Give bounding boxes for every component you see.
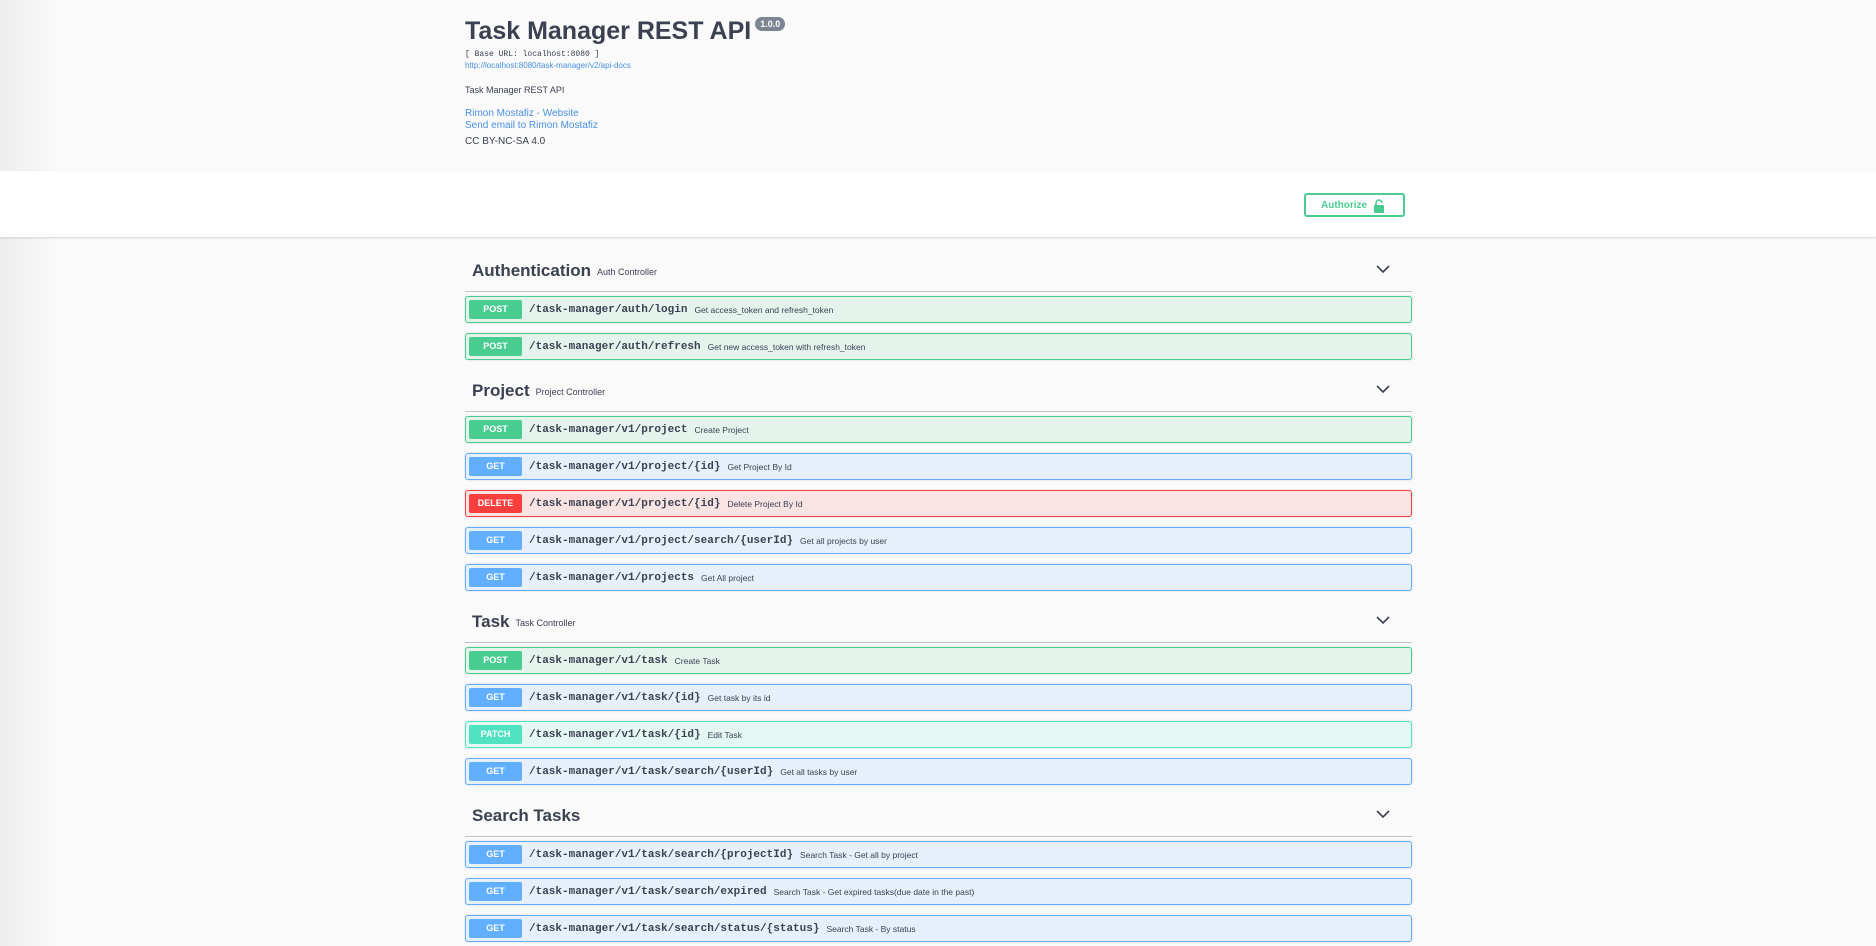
chevron-down-icon[interactable]: [1376, 615, 1390, 625]
operation-summary: Edit Task: [707, 729, 742, 740]
title-row: Task Manager REST API 1.0.0: [465, 14, 1415, 48]
operation-row[interactable]: GET/task-manager/v1/task/{id} Get task by…: [465, 684, 1412, 711]
operation-row[interactable]: GET/task-manager/v1/task/search/{userId}…: [465, 758, 1412, 785]
scheme-container: Authorize: [0, 171, 1876, 237]
tag-header-task[interactable]: Task Task Controller: [465, 601, 1412, 643]
method-badge: GET: [469, 688, 522, 707]
operation-path: /task-manager/v1/project/{id}: [529, 497, 721, 510]
email-link[interactable]: Send email to Rimon Mostafiz: [465, 120, 1415, 132]
authorize-button[interactable]: Authorize: [1304, 193, 1405, 217]
api-docs-link[interactable]: http://localhost:8080/task-manager/v2/ap…: [465, 60, 1415, 71]
tag-section-project: Project Project Controller POST/task-manag…: [465, 370, 1412, 591]
operation-path: /task-manager/auth/refresh: [529, 340, 701, 353]
tag-name: Project: [472, 380, 530, 400]
operation-summary: Get task by its id: [707, 692, 771, 703]
operation-row[interactable]: POST/task-manager/v1/project Create Proje…: [465, 416, 1412, 443]
method-badge: POST: [469, 651, 522, 670]
method-badge: GET: [469, 568, 522, 587]
operation-path: /task-manager/auth/login: [529, 303, 688, 316]
operation-summary: Get all tasks by user: [780, 766, 858, 777]
operation-summary: Delete Project By Id: [727, 498, 803, 509]
operation-summary: Get new access_token with refresh_token: [707, 341, 866, 352]
tag-name: Authentication: [472, 260, 591, 280]
operation-summary: Search Task - By status: [826, 923, 916, 934]
operation-row[interactable]: GET/task-manager/v1/project/search/{user…: [465, 527, 1412, 554]
method-badge: GET: [469, 531, 522, 550]
tag-section-authentication: Authentication Auth Controller POST/task-m…: [465, 250, 1412, 360]
tag-section-task: Task Task Controller POST/task-manager/v1/…: [465, 601, 1412, 785]
operation-summary: Get access_token and refresh_token: [694, 304, 834, 315]
method-badge: DELETE: [469, 494, 522, 513]
operation-row[interactable]: GET/task-manager/v1/project/{id} Get Proj…: [465, 453, 1412, 480]
operation-summary: Search Task - Get all by project: [800, 849, 918, 860]
unlock-icon: [1374, 199, 1384, 213]
tag-name: Search Tasks: [472, 805, 581, 825]
tag-section-search-tasks: Search Tasks GET/task-manager/v1/task/sea…: [465, 795, 1412, 942]
license: CC BY-NC-SA 4.0: [465, 136, 546, 147]
method-badge: GET: [469, 762, 522, 781]
operation-row[interactable]: GET/task-manager/v1/task/search/status/{…: [465, 915, 1412, 942]
operation-summary: Create Project: [694, 424, 749, 435]
operation-row[interactable]: GET/task-manager/v1/task/search/expired S…: [465, 878, 1412, 905]
operation-path: /task-manager/v1/project/{id}: [529, 460, 721, 473]
api-description: Task Manager REST API: [465, 85, 565, 95]
tag-header-authentication[interactable]: Authentication Auth Controller: [465, 250, 1412, 292]
operation-path: /task-manager/v1/task/search/{projectId}: [529, 848, 794, 861]
method-badge: POST: [469, 337, 522, 356]
operation-summary: Get All project: [701, 572, 754, 583]
api-title: Task Manager REST API: [465, 17, 752, 45]
operation-path: /task-manager/v1/task/{id}: [529, 691, 701, 704]
base-url: [ Base URL: localhost:8080 ]: [465, 50, 600, 59]
tag-description: Auth Controller: [597, 267, 658, 277]
tag-description: Task Controller: [515, 618, 576, 628]
method-badge: POST: [469, 420, 522, 439]
operation-row[interactable]: GET/task-manager/v1/task/search/{project…: [465, 841, 1412, 868]
version-badge: 1.0.0: [755, 17, 786, 31]
api-info: Task Manager REST API 1.0.0 [ Base URL: …: [465, 14, 1415, 148]
method-badge: GET: [469, 919, 522, 938]
chevron-down-icon[interactable]: [1376, 264, 1390, 274]
method-badge: GET: [469, 845, 522, 864]
operation-path: /task-manager/v1/task/search/expired: [529, 885, 767, 898]
operation-row[interactable]: PATCH/task-manager/v1/task/{id} Edit Task: [465, 721, 1412, 748]
tag-description: Project Controller: [535, 387, 606, 397]
operation-row[interactable]: POST/task-manager/v1/task Create Task: [465, 647, 1412, 674]
method-badge: POST: [469, 300, 522, 319]
operation-path: /task-manager/v1/task/search/{userId}: [529, 765, 774, 778]
tag-header-project[interactable]: Project Project Controller: [465, 370, 1412, 412]
chevron-down-icon[interactable]: [1376, 809, 1390, 819]
tag-name: Task: [472, 611, 510, 631]
method-badge: GET: [469, 457, 522, 476]
authorize-label: Authorize: [1321, 199, 1368, 211]
website-link[interactable]: Rimon Mostafiz - Website: [465, 108, 1415, 120]
operation-row[interactable]: GET/task-manager/v1/projects Get All proj…: [465, 564, 1412, 591]
operation-path: /task-manager/v1/project/search/{userId}: [529, 534, 794, 547]
operation-summary: Create Task: [674, 655, 720, 666]
operation-path: /task-manager/v1/task/{id}: [529, 728, 701, 741]
operation-summary: Get all projects by user: [800, 535, 887, 546]
operations-container: Authentication Auth Controller POST/task-m…: [465, 250, 1412, 946]
method-badge: GET: [469, 882, 522, 901]
chevron-down-icon[interactable]: [1376, 384, 1390, 394]
operation-path: /task-manager/v1/projects: [529, 571, 695, 584]
tag-header-search-tasks[interactable]: Search Tasks: [465, 795, 1412, 837]
operation-row[interactable]: DELETE/task-manager/v1/project/{id} Delet…: [465, 490, 1412, 517]
method-badge: PATCH: [469, 725, 522, 744]
operation-summary: Get Project By Id: [727, 461, 792, 472]
operation-path: /task-manager/v1/project: [529, 423, 688, 436]
operation-path: /task-manager/v1/task: [529, 654, 668, 667]
operation-row[interactable]: POST/task-manager/auth/refresh Get new ac…: [465, 333, 1412, 360]
operation-row[interactable]: POST/task-manager/auth/login Get access_t…: [465, 296, 1412, 323]
page-edge-shadow: [0, 0, 60, 946]
operation-summary: Search Task - Get expired tasks(due date…: [773, 886, 975, 897]
operation-path: /task-manager/v1/task/search/status/{sta…: [529, 922, 820, 935]
